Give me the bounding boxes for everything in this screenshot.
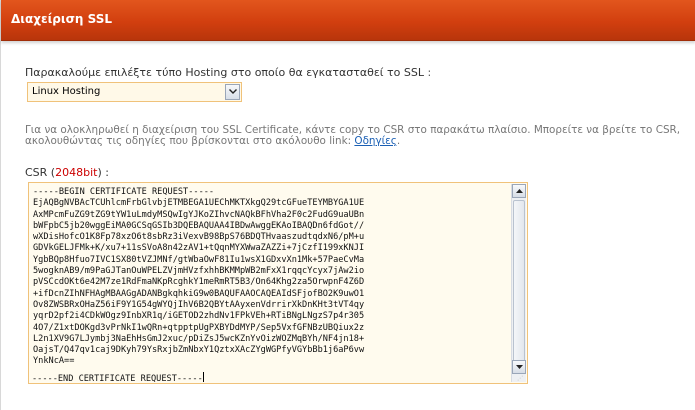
csr-bits-open: (	[47, 166, 56, 179]
csr-end-line[interactable]: -----END CERTIFICATE REQUEST-----	[32, 372, 204, 384]
csr-content[interactable]: -----BEGIN CERTIFICATE REQUEST----- EjAQ…	[33, 187, 507, 368]
instructions-suffix: .	[396, 135, 401, 147]
resize-grip-icon[interactable]: ⋰	[517, 376, 525, 382]
hosting-type-label-text: Παρακαλούμε επιλέξτε τύπο Hosting στο οπ…	[25, 66, 424, 79]
chevron-down-icon-glyph	[228, 89, 237, 94]
arrow-up-icon	[515, 188, 523, 193]
csr-end-text: -----END CERTIFICATE REQUEST-----	[32, 374, 203, 384]
header-bar: Διαχείριση SSL	[1, 0, 695, 41]
csr-label-text: CSR	[25, 166, 48, 179]
scroll-down-button[interactable]	[512, 360, 526, 374]
csr-scrollbar[interactable]	[511, 184, 526, 382]
hosting-type-label: Παρακαλούμε επιλέξτε τύπο Hosting στο οπ…	[25, 66, 431, 79]
csr-bits-badge: 2048bit	[55, 166, 98, 179]
csr-label: CSR (2048bit) :	[25, 166, 109, 179]
page-title: Διαχείριση SSL	[11, 12, 113, 26]
chevron-down-icon[interactable]	[225, 84, 240, 100]
instructions-text: Για να ολοκληρωθεί η διαχείριση του SSL …	[25, 125, 693, 147]
csr-textarea[interactable]: -----BEGIN CERTIFICATE REQUEST----- EjAQ…	[28, 182, 528, 384]
scroll-up-button[interactable]	[512, 184, 526, 198]
csr-bits-close: ) :	[97, 166, 109, 179]
hosting-type-select[interactable]: Linux Hosting	[27, 82, 242, 102]
instructions-link[interactable]: Οδηγίες	[354, 135, 397, 147]
scroll-thumb[interactable]	[513, 200, 525, 362]
instructions-body: Για να ολοκληρωθεί η διαχείριση του SSL …	[25, 124, 681, 147]
hosting-type-selected-value: Linux Hosting	[32, 86, 101, 97]
hosting-type-label-colon: :	[423, 66, 432, 79]
text-caret	[202, 372, 204, 382]
arrow-down-icon	[515, 364, 523, 369]
ssl-management-window: Διαχείριση SSL Παρακαλούμε επιλέξτε τύπο…	[0, 0, 695, 410]
